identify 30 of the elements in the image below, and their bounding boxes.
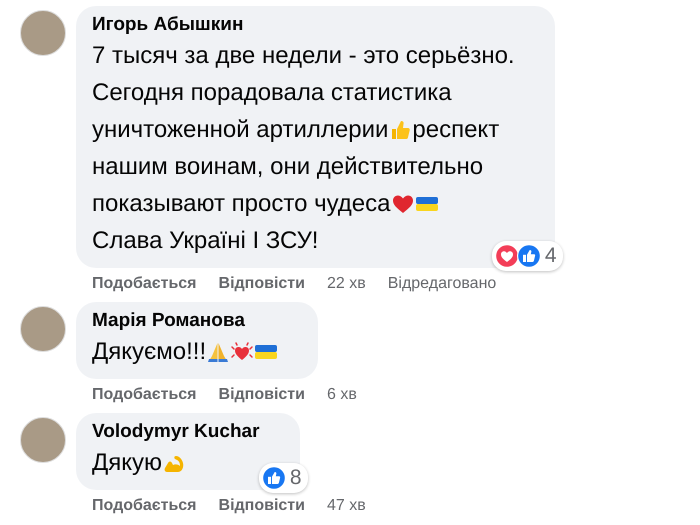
avatar-photo[interactable] (20, 10, 66, 56)
reaction-badge[interactable]: 8 (258, 463, 308, 493)
author-name[interactable]: Игорь Абышкин (92, 13, 515, 37)
comment-text: нашим воинам, они действительно (92, 152, 484, 182)
comment-text: респект (412, 115, 500, 145)
action-link[interactable]: Подобається (92, 496, 197, 516)
action-link[interactable]: Подобається (92, 385, 197, 405)
timestamp[interactable]: 6 хв (326, 385, 357, 405)
action-link[interactable]: Відповісти (218, 385, 305, 405)
comment-text: показывают просто чудеса (92, 189, 390, 219)
action-link[interactable]: Подобається (92, 274, 197, 294)
timestamp[interactable]: 47 хв (326, 496, 366, 516)
timestamp[interactable]: 22 хв (326, 274, 366, 294)
author-name[interactable]: Volodymyr Kuchar (92, 420, 260, 444)
love-reaction-icon (494, 244, 519, 268)
comment-text: 7 тысяч за две недели - это серьёзно. (92, 41, 515, 71)
like-reaction-icon (516, 244, 541, 268)
comment-text: Слава Україні І ЗСУ! (92, 226, 318, 256)
edited-label: Відредаговано (388, 274, 496, 294)
action-link[interactable]: Відповісти (218, 274, 305, 294)
comment-text: Дякуємо!!! (92, 337, 206, 367)
action-link[interactable]: Відповісти (218, 496, 305, 516)
avatar-photo[interactable] (20, 417, 66, 463)
comment-text: уничтоженной артиллерии (92, 115, 388, 145)
comment-text: Сегодня порадовала статистика (92, 78, 452, 108)
author-name[interactable]: Марія Романова (92, 309, 278, 333)
comment-text: Дякую (92, 448, 162, 478)
avatar-photo[interactable] (20, 306, 66, 352)
like-reaction-icon (262, 466, 286, 490)
reaction-badge[interactable]: 4 (492, 241, 563, 271)
